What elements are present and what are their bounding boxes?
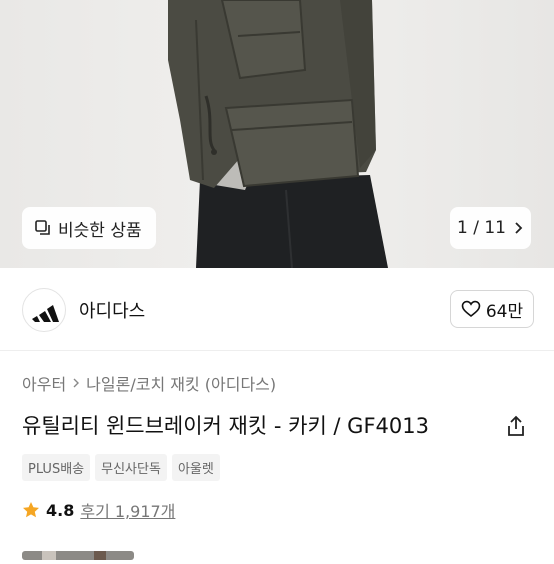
- product-title: 유틸리티 윈드브레이커 재킷 - 카키 / GF4013: [22, 414, 429, 438]
- brand-name[interactable]: 아디다스: [79, 297, 145, 323]
- reviews-link[interactable]: 후기 1,917개: [80, 498, 175, 522]
- thumbnail-strip[interactable]: [22, 545, 134, 560]
- star-icon: [23, 502, 39, 518]
- product-tags: PLUS배송 무신사단독 아울렛: [22, 454, 220, 481]
- breadcrumb-item-category[interactable]: 나일론/코치 재킷 (아디다스): [86, 371, 276, 395]
- image-counter-text: 1 / 11: [457, 218, 506, 238]
- similar-products-button[interactable]: 비슷한 상품: [22, 207, 156, 249]
- similar-products-label: 비슷한 상품: [58, 220, 142, 241]
- adidas-logo-icon: [32, 305, 59, 322]
- breadcrumb: 아우터 나일론/코치 재킷 (아디다스): [22, 371, 276, 395]
- product-image-gallery[interactable]: 비슷한 상품 1 / 11: [0, 0, 554, 268]
- tag-exclusive: 무신사단독: [95, 454, 167, 481]
- share-icon: [508, 415, 524, 436]
- chevron-right-icon: [515, 222, 523, 234]
- tag-outlet: 아울렛: [171, 454, 220, 481]
- like-count: 64만: [485, 301, 524, 322]
- rating-score: 4.8: [46, 500, 75, 520]
- brand-logo[interactable]: [22, 288, 66, 332]
- chevron-right-icon: [73, 378, 80, 388]
- like-button[interactable]: 64만: [450, 290, 534, 328]
- divider: [0, 350, 554, 351]
- breadcrumb-item-outer[interactable]: 아우터: [22, 371, 66, 395]
- rating-row: 4.8 후기 1,917개: [22, 498, 175, 522]
- thumbnail-preview: [22, 551, 134, 560]
- share-button[interactable]: [505, 414, 527, 442]
- tag-plus-delivery: PLUS배송: [22, 454, 91, 481]
- image-counter-button[interactable]: 1 / 11: [450, 207, 531, 249]
- heart-icon: [461, 300, 481, 318]
- copy-icon: [35, 220, 50, 235]
